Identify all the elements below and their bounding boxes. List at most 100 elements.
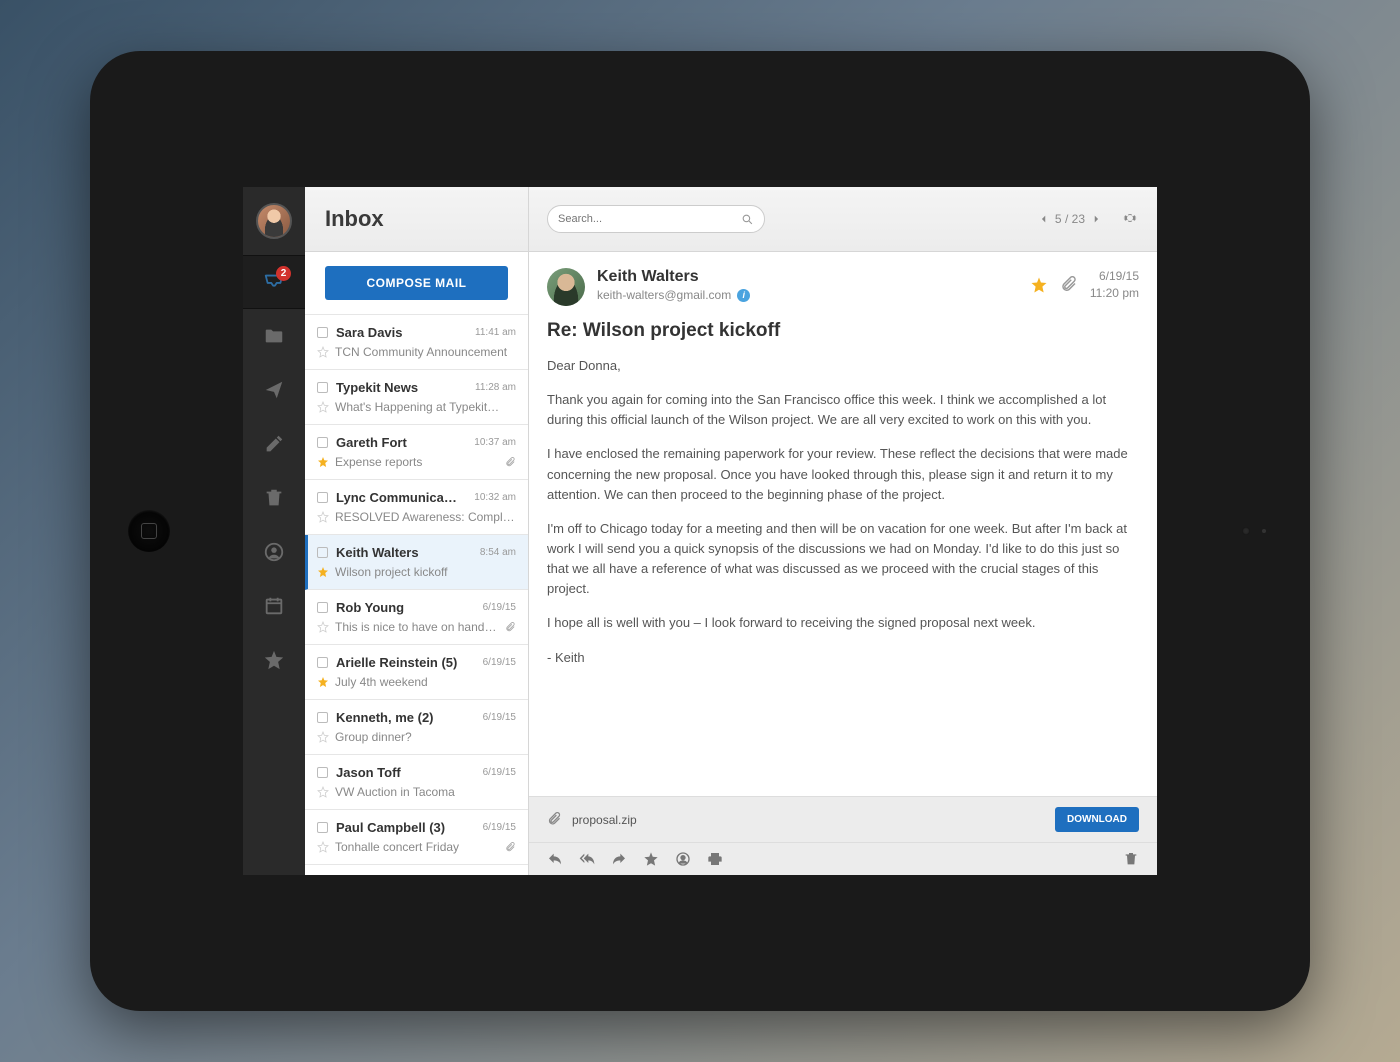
body-paragraph: Thank you again for coming into the San … bbox=[547, 390, 1139, 430]
message-row[interactable]: Lync Communica… 10:32 am RESOLVED Awaren… bbox=[305, 480, 528, 535]
message-row[interactable]: Gareth Fort 10:37 am Expense reports bbox=[305, 425, 528, 480]
message-checkbox[interactable] bbox=[317, 657, 328, 668]
star-icon[interactable] bbox=[317, 566, 329, 578]
message-checkbox[interactable] bbox=[317, 492, 328, 503]
paperclip-icon[interactable] bbox=[1060, 276, 1078, 294]
message-row[interactable]: Sara Davis 6/18/15 bbox=[305, 865, 528, 875]
message-checkbox[interactable] bbox=[317, 822, 328, 833]
message-row[interactable]: Sara Davis 11:41 am TCN Community Announ… bbox=[305, 315, 528, 370]
user-icon[interactable] bbox=[675, 851, 691, 867]
folder-icon bbox=[263, 325, 285, 347]
message-row[interactable]: Keith Walters 8:54 am Wilson project kic… bbox=[305, 535, 528, 590]
info-icon[interactable]: i bbox=[737, 289, 750, 302]
home-button[interactable] bbox=[128, 510, 170, 552]
chevron-right-icon[interactable] bbox=[1091, 214, 1101, 224]
star-icon[interactable] bbox=[317, 676, 329, 688]
message-checkbox[interactable] bbox=[317, 382, 328, 393]
sender-email: keith-walters@gmail.com bbox=[597, 288, 731, 302]
message-datetime: 6/19/15 11:20 pm bbox=[1090, 268, 1139, 302]
message-time: 11:41 am bbox=[475, 327, 516, 338]
nav-inbox[interactable]: 2 bbox=[243, 255, 305, 309]
nav-calendar[interactable] bbox=[243, 579, 305, 633]
message-checkbox[interactable] bbox=[317, 712, 328, 723]
sender-avatar[interactable] bbox=[547, 268, 585, 306]
message-checkbox[interactable] bbox=[317, 547, 328, 558]
star-icon[interactable] bbox=[317, 786, 329, 798]
message-list[interactable]: Sara Davis 11:41 am TCN Community Announ… bbox=[305, 315, 528, 875]
star-icon[interactable] bbox=[317, 841, 329, 853]
message-row[interactable]: Typekit News 11:28 am What's Happening a… bbox=[305, 370, 528, 425]
nav-trash[interactable] bbox=[243, 471, 305, 525]
sidebar: 2 bbox=[243, 187, 305, 875]
message-checkbox[interactable] bbox=[317, 327, 328, 338]
message-time: 8:54 am bbox=[480, 547, 516, 558]
user-avatar[interactable] bbox=[256, 203, 292, 239]
settings-button[interactable] bbox=[1121, 209, 1139, 230]
paperclip-icon bbox=[547, 812, 562, 827]
forward-icon[interactable] bbox=[611, 851, 627, 867]
message-subject: Re: Wilson project kickoff bbox=[529, 306, 1157, 350]
compose-button[interactable]: COMPOSE MAIL bbox=[325, 266, 508, 300]
search-icon bbox=[741, 213, 754, 226]
message-subject-preview: This is nice to have on hand for… bbox=[335, 620, 499, 634]
nav-contacts[interactable] bbox=[243, 525, 305, 579]
message-checkbox[interactable] bbox=[317, 767, 328, 778]
download-button[interactable]: DOWNLOAD bbox=[1055, 807, 1139, 832]
message-time: 6/19/15 bbox=[483, 712, 516, 723]
inbox-title: Inbox bbox=[305, 187, 528, 252]
print-icon[interactable] bbox=[707, 851, 723, 867]
reply-all-icon[interactable] bbox=[579, 851, 595, 867]
message-subject-preview: Group dinner? bbox=[335, 730, 516, 744]
message-time: 10:32 am bbox=[474, 492, 516, 503]
message-sender: Sara Davis bbox=[336, 325, 467, 340]
trash-icon[interactable] bbox=[1123, 851, 1139, 867]
nav-sent[interactable] bbox=[243, 363, 305, 417]
tablet-frame: 2 Inbox bbox=[90, 51, 1310, 1011]
message-sender: Keith Walters bbox=[336, 545, 472, 560]
star-icon[interactable] bbox=[317, 731, 329, 743]
body-paragraph: I have enclosed the remaining paperwork … bbox=[547, 444, 1139, 504]
star-icon[interactable] bbox=[643, 851, 659, 867]
message-meta: Keith Walters keith-walters@gmail.com i … bbox=[529, 252, 1157, 306]
nav-starred[interactable] bbox=[243, 633, 305, 687]
star-icon[interactable] bbox=[317, 621, 329, 633]
star-icon[interactable] bbox=[317, 401, 329, 413]
message-list-column: Inbox COMPOSE MAIL Sara Davis 11:41 am T… bbox=[305, 187, 529, 875]
nav-folders[interactable] bbox=[243, 309, 305, 363]
message-checkbox[interactable] bbox=[317, 437, 328, 448]
message-row[interactable]: Kenneth, me (2) 6/19/15 Group dinner? bbox=[305, 700, 528, 755]
message-time: 6/19/15 bbox=[483, 767, 516, 778]
message-row[interactable]: Jason Toff 6/19/15 VW Auction in Tacoma bbox=[305, 755, 528, 810]
body-paragraph: I hope all is well with you – I look for… bbox=[547, 613, 1139, 633]
message-row[interactable]: Rob Young 6/19/15 This is nice to have o… bbox=[305, 590, 528, 645]
reading-pane: 5 / 23 Keith Walters keith-walters@gmail… bbox=[529, 187, 1157, 875]
search-input[interactable] bbox=[558, 213, 741, 225]
message-checkbox[interactable] bbox=[317, 602, 328, 613]
star-icon[interactable] bbox=[317, 511, 329, 523]
star-icon[interactable] bbox=[1030, 276, 1048, 294]
nav-drafts[interactable] bbox=[243, 417, 305, 471]
message-subject-preview: TCN Community Announcement bbox=[335, 345, 516, 359]
message-subject-preview: RESOLVED Awareness: Comple… bbox=[335, 510, 516, 524]
body-paragraph: I'm off to Chicago today for a meeting a… bbox=[547, 519, 1139, 600]
star-icon[interactable] bbox=[317, 346, 329, 358]
inbox-badge: 2 bbox=[276, 266, 291, 281]
pager-text: 5 / 23 bbox=[1055, 212, 1085, 226]
message-row[interactable]: Arielle Reinstein (5) 6/19/15 July 4th w… bbox=[305, 645, 528, 700]
search-box[interactable] bbox=[547, 205, 765, 233]
star-icon[interactable] bbox=[317, 456, 329, 468]
sender-email-row: keith-walters@gmail.com i bbox=[597, 288, 1018, 302]
message-row[interactable]: Paul Campbell (3) 6/19/15 Tonhalle conce… bbox=[305, 810, 528, 865]
message-actions bbox=[529, 842, 1157, 875]
message-subject-preview: VW Auction in Tacoma bbox=[335, 785, 516, 799]
compose-icon bbox=[263, 433, 285, 455]
reply-icon[interactable] bbox=[547, 851, 563, 867]
star-icon bbox=[263, 649, 285, 671]
message-time: 6/19/15 bbox=[483, 602, 516, 613]
message-sender: Rob Young bbox=[336, 600, 475, 615]
app-screen: 2 Inbox bbox=[243, 187, 1157, 875]
chevron-left-icon[interactable] bbox=[1039, 214, 1049, 224]
body-paragraph: - Keith bbox=[547, 648, 1139, 668]
message-sender: Paul Campbell (3) bbox=[336, 820, 475, 835]
attachment-bar: proposal.zip DOWNLOAD bbox=[529, 796, 1157, 842]
